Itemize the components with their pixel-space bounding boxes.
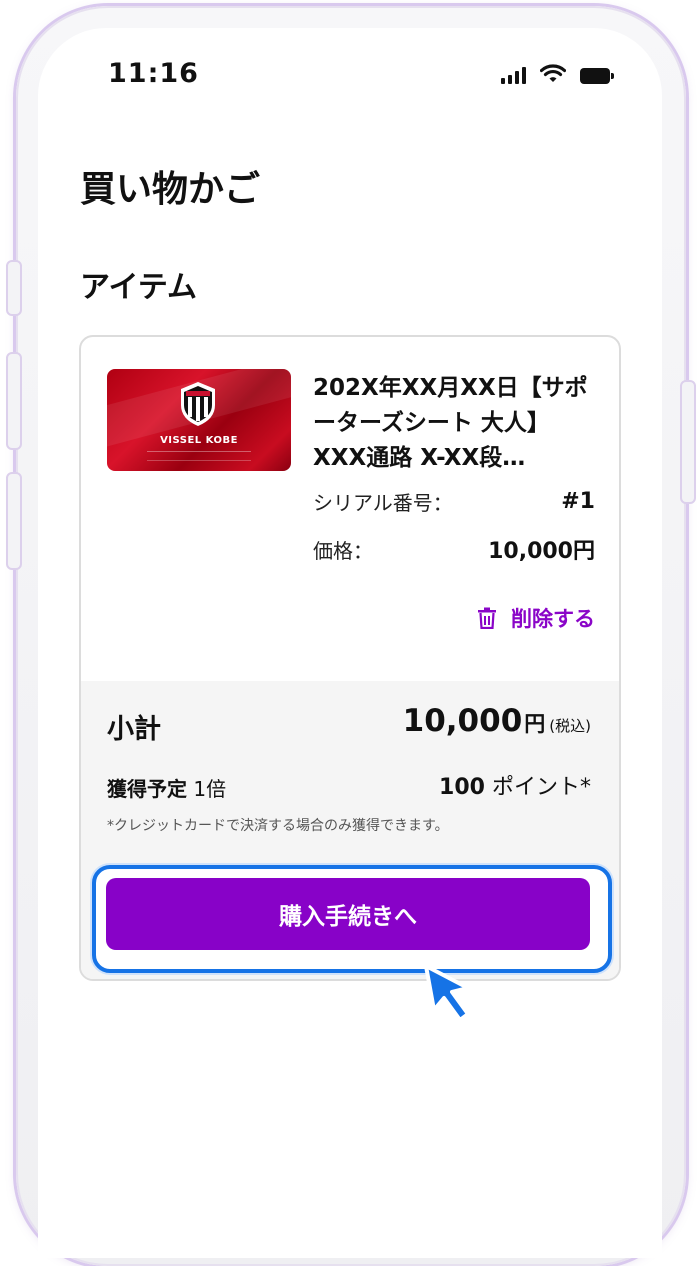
trash-icon bbox=[478, 607, 496, 629]
ticket-thumbnail-brand: VISSEL KOBE bbox=[160, 435, 238, 446]
phone-side-button-silent bbox=[6, 260, 22, 316]
points-label: 獲得予定 1倍 bbox=[107, 773, 226, 802]
phone-side-button-volume-up bbox=[6, 352, 22, 450]
price-value: 10,000円 bbox=[488, 539, 595, 564]
ticket-thumbnail: VISSEL KOBE bbox=[107, 369, 291, 471]
subtotal-tax-note: (税込) bbox=[549, 717, 591, 735]
price-label: 価格： bbox=[313, 538, 373, 563]
subtotal-label: 小計 bbox=[107, 714, 161, 745]
checkout-button[interactable]: 購入手続きへ bbox=[106, 878, 590, 950]
points-multiplier: 1倍 bbox=[193, 777, 227, 801]
pointer-cursor-icon bbox=[424, 964, 470, 1022]
status-icons bbox=[501, 64, 614, 84]
serial-label: シリアル番号： bbox=[313, 491, 453, 515]
wifi-icon bbox=[540, 64, 566, 82]
phone-side-button-power bbox=[680, 380, 696, 504]
points-unit: ポイント* bbox=[491, 775, 591, 800]
delete-button[interactable]: 削除する bbox=[477, 603, 595, 633]
page-title: 買い物かご bbox=[80, 169, 261, 210]
points-value: 100 ポイント* bbox=[439, 769, 591, 801]
phone-screen: 11:16 買い物かご アイテム VISSEL KOBE 202X年XX月XX日… bbox=[38, 28, 662, 1258]
points-amount: 100 bbox=[439, 775, 485, 800]
phone-side-button-volume-down bbox=[6, 472, 22, 570]
points-label-text: 獲得予定 bbox=[107, 777, 187, 801]
price-row: 価格： 10,000円 bbox=[313, 533, 595, 565]
battery-icon bbox=[580, 68, 614, 84]
section-title-items: アイテム bbox=[80, 270, 197, 305]
subtotal-value: 10,000 円 (税込) bbox=[403, 703, 591, 739]
serial-value: #1 bbox=[561, 489, 595, 514]
subtotal-amount: 10,000 bbox=[402, 703, 523, 739]
points-note: *クレジットカードで決済する場合のみ獲得できます。 bbox=[107, 818, 449, 834]
signal-icon bbox=[501, 66, 526, 84]
delete-label: 削除する bbox=[511, 607, 595, 631]
item-title: 202X年XX月XX日【サポーターズシート 大人】XXX通路 X-XX段… bbox=[313, 375, 588, 471]
club-crest-icon bbox=[181, 382, 215, 426]
subtotal-currency: 円 bbox=[524, 712, 546, 736]
status-time: 11:16 bbox=[108, 58, 199, 89]
serial-row: シリアル番号： #1 bbox=[313, 487, 595, 516]
ticket-thumbnail-fineprint bbox=[147, 451, 251, 461]
